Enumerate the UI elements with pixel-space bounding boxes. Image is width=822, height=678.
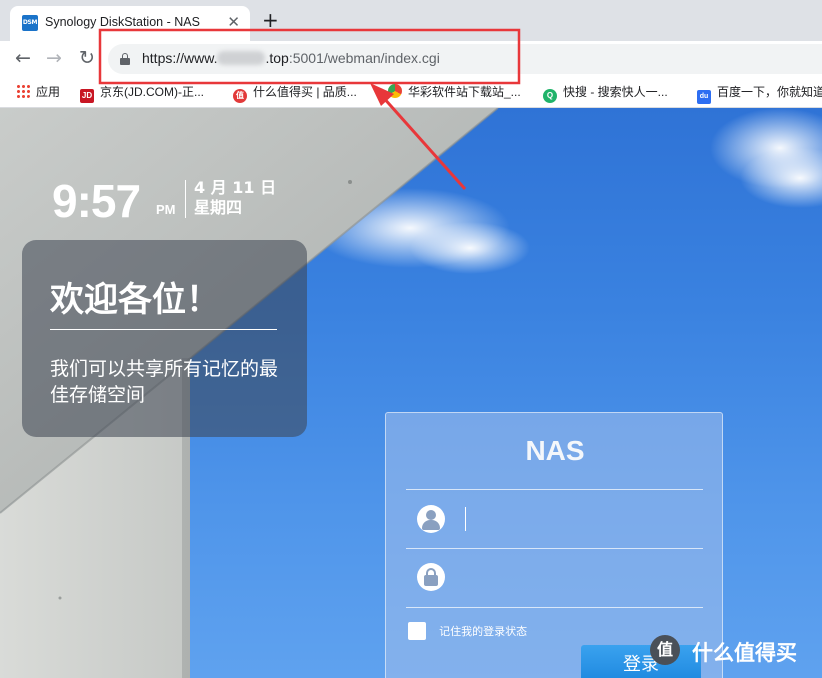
bookmark-label: 华彩软件站下载站_...	[408, 85, 521, 99]
login-divider	[406, 489, 703, 490]
bookmark-label: 京东(JD.COM)-正...	[100, 85, 204, 99]
smzdm-logo-icon: 值	[233, 89, 247, 103]
bookmark-smzdm[interactable]: 值什么值得买 | 品质...	[233, 83, 357, 103]
watermark-logo: 值	[650, 635, 680, 665]
new-tab-plus-icon[interactable]: +	[262, 9, 279, 31]
login-divider	[406, 548, 703, 549]
url-prefix: https://www.	[142, 50, 218, 66]
url-text: https://www. .top:5001/webman/index.cgi	[142, 50, 440, 66]
browser-tab-active[interactable]: DSM Synology DiskStation - NAS ✕	[10, 6, 250, 41]
browser-tab-strip: DSM Synology DiskStation - NAS ✕ +	[0, 0, 822, 41]
welcome-divider	[50, 329, 277, 330]
watermark-text: 什么值得买	[692, 641, 797, 665]
clock-date-day: 4 月 11 日	[194, 178, 277, 197]
dsm-favicon-icon: DSM	[22, 15, 38, 31]
remember-me[interactable]: 记住我的登录状态	[408, 620, 527, 640]
login-title: NAS	[525, 435, 585, 466]
bookmark-label: 什么值得买 | 品质...	[253, 85, 357, 99]
browser-toolbar: ← → ↻ https://www. .top:5001/webman/index…	[0, 41, 822, 77]
clock-widget: 9:57 PM 4 月 11 日 星期四	[52, 174, 276, 228]
bookmark-apps[interactable]: 应用	[16, 83, 60, 101]
chrome-like-icon	[388, 84, 402, 98]
clock-date-weekday: 星期四	[194, 198, 243, 217]
baidu-paw-icon: du	[697, 90, 711, 104]
redacted-domain	[217, 51, 266, 65]
back-arrow-icon[interactable]: ←	[10, 45, 36, 71]
url-path: :5001/webman/index.cgi	[288, 50, 440, 66]
username-input[interactable]	[456, 505, 686, 533]
text-caret	[465, 507, 466, 531]
login-divider	[406, 607, 703, 608]
url-domain-suffix: .top	[265, 50, 289, 66]
password-input[interactable]	[456, 563, 686, 591]
address-bar[interactable]: https://www. .top:5001/webman/index.cgi	[108, 44, 822, 74]
bookmark-label: 百度一下，你就知道	[717, 85, 822, 99]
bookmark-baidu[interactable]: du 百度一下，你就知道	[697, 83, 822, 104]
tab-close-icon[interactable]: ✕	[227, 12, 240, 32]
welcome-panel: 欢迎各位！ 我们可以共享所有记忆的最佳存储空间	[22, 240, 307, 437]
lock-icon[interactable]	[120, 53, 130, 65]
forward-arrow-icon[interactable]: →	[41, 45, 67, 71]
dsm-login-page: 9:57 PM 4 月 11 日 星期四 欢迎各位！ 我们可以共享所有记忆的最佳…	[0, 108, 822, 678]
jd-logo-icon: JD	[80, 89, 94, 103]
clock-time: 9:57	[52, 175, 141, 227]
apps-grid-icon	[16, 84, 30, 98]
clock-ampm: PM	[156, 202, 176, 217]
bookmark-label: 应用	[36, 85, 61, 99]
welcome-subtitle: 我们可以共享所有记忆的最佳存储空间	[50, 358, 279, 406]
bookmark-kuaisou[interactable]: Q 快搜 - 搜索快人一...	[543, 83, 668, 103]
user-icon	[417, 505, 445, 533]
lock-field-icon	[417, 563, 445, 591]
reload-icon[interactable]: ↻	[74, 45, 100, 71]
welcome-title: 欢迎各位！	[50, 280, 220, 320]
bookmarks-bar: 应用 JD 京东(JD.COM)-正... 值什么值得买 | 品质... 华彩软件…	[0, 77, 822, 108]
login-button[interactable]: 登录	[581, 645, 701, 678]
clock-date: 4 月 11 日 星期四	[194, 178, 276, 218]
remember-me-label: 记住我的登录状态	[439, 624, 528, 638]
bookmark-label: 快搜 - 搜索快人一...	[563, 85, 668, 99]
bookmark-jd[interactable]: JD 京东(JD.COM)-正...	[80, 83, 204, 103]
bookmark-huacai[interactable]: 华彩软件站下载站_...	[388, 83, 521, 101]
kuaisou-logo-icon: Q	[543, 89, 557, 103]
tab-title: Synology DiskStation - NAS	[45, 15, 200, 29]
clock-divider	[185, 180, 186, 218]
remember-me-checkbox[interactable]	[408, 621, 426, 640]
